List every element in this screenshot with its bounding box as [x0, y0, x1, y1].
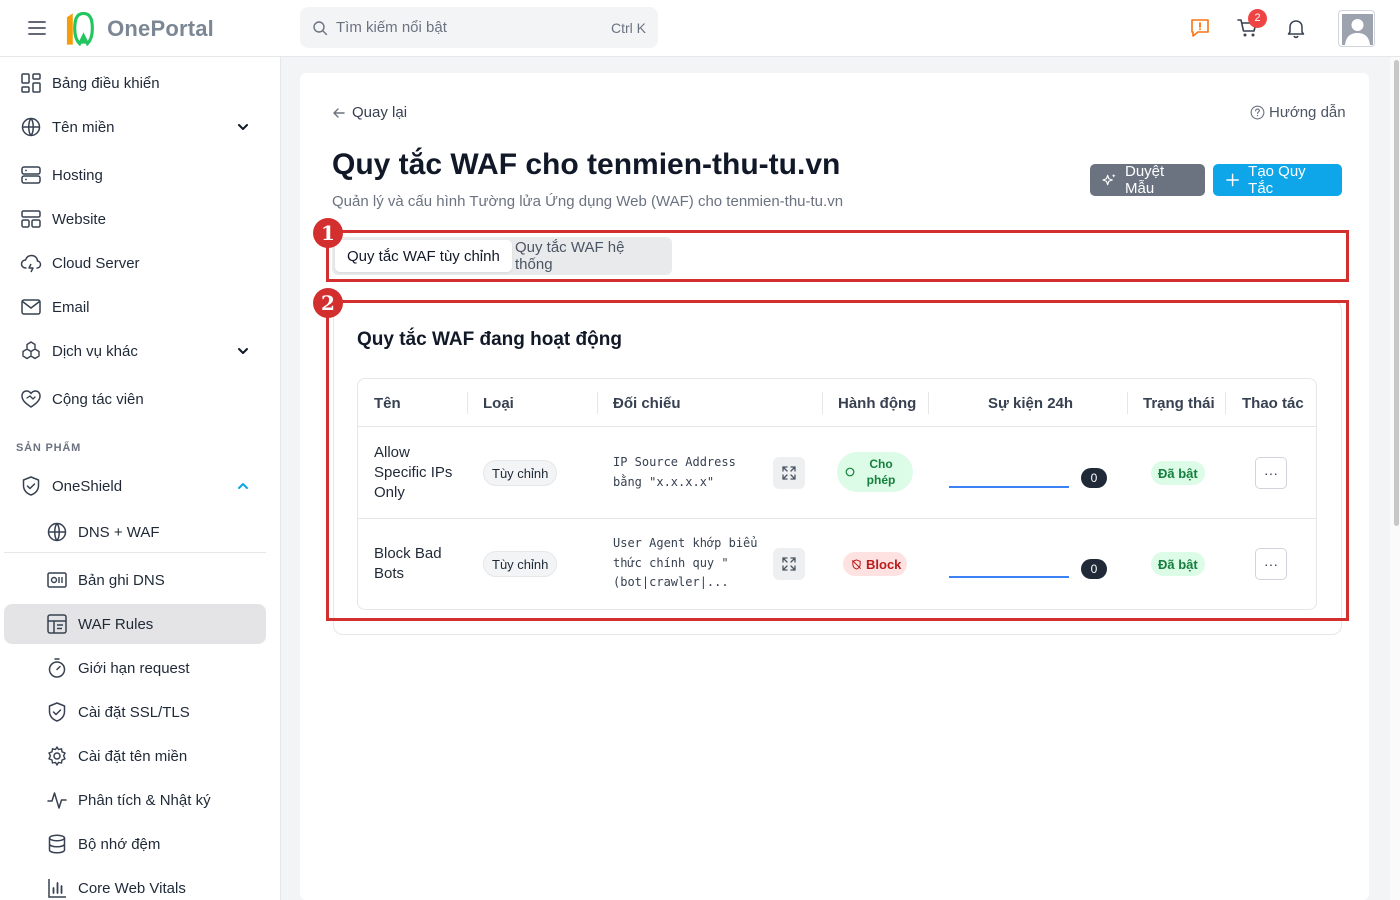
arrow-left-icon — [333, 107, 345, 118]
sidebar-divider — [4, 552, 266, 553]
sidebar-item-cloud-server[interactable]: Cloud Server — [4, 243, 266, 283]
dashboard-icon — [21, 73, 41, 93]
sidebar-item-label: WAF Rules — [78, 615, 154, 633]
timer-icon — [48, 658, 66, 678]
sidebar-item-cache[interactable]: Bộ nhớ đệm — [4, 824, 266, 864]
sidebar-item-label: Giới hạn request — [78, 659, 190, 677]
activity-icon — [47, 792, 67, 809]
shield-check-icon — [48, 702, 66, 722]
sidebar-item-dns-records[interactable]: Bản ghi DNS — [4, 560, 266, 600]
sidebar-item-label: Email — [52, 298, 90, 316]
sidebar-item-label: Bản ghi DNS — [78, 571, 165, 589]
database-icon — [48, 834, 66, 854]
create-rule-button[interactable]: Tạo Quy Tắc — [1213, 163, 1342, 197]
sidebar-item-label: OneShield — [52, 477, 123, 495]
bell-icon[interactable] — [1284, 16, 1308, 40]
dns-record-icon — [47, 572, 67, 588]
page-subtitle: Quản lý và cấu hình Tường lửa Ứng dụng W… — [332, 193, 844, 210]
browse-templates-label: Duyệt Mẫu — [1125, 163, 1165, 197]
sidebar-item-core-web-vitals[interactable]: Core Web Vitals — [4, 868, 266, 900]
help-circle-icon — [1250, 105, 1265, 120]
annotation-number-1: 1 — [313, 218, 343, 248]
search-input[interactable]: Tìm kiếm nổi bật Ctrl K — [300, 7, 658, 48]
help-link[interactable]: Hướng dẫn — [1250, 104, 1346, 121]
annotation-number-2: 2 — [313, 288, 343, 318]
sidebar-item-label: Website — [52, 210, 106, 228]
cloud-icon — [20, 254, 42, 273]
sidebar-item-website[interactable]: Website — [4, 199, 266, 239]
shield-icon — [22, 476, 40, 496]
sidebar-item-ssl-tls[interactable]: Cài đặt SSL/TLS — [4, 692, 266, 732]
user-avatar-icon — [1342, 14, 1373, 45]
cart-count-badge: 2 — [1248, 9, 1267, 28]
handshake-heart-icon — [21, 390, 41, 408]
sidebar-item-domains[interactable]: Tên miền — [4, 107, 266, 147]
sidebar-item-label: Bộ nhớ đệm — [78, 835, 161, 853]
logo[interactable]: OnePortal — [64, 10, 214, 48]
sidebar-item-analytics-logs[interactable]: Phân tích & Nhật ký — [4, 780, 266, 820]
sparkles-icon — [1102, 173, 1116, 186]
bar-chart-icon — [48, 879, 66, 898]
sidebar-item-label: Tên miền — [52, 118, 115, 136]
sidebar-item-label: Cloud Server — [52, 254, 140, 272]
section-label-products: SẢN PHẨM — [16, 442, 82, 454]
search-shortcut: Ctrl K — [611, 19, 646, 36]
search-placeholder: Tìm kiếm nổi bật — [336, 19, 447, 36]
sidebar-item-other-services[interactable]: Dịch vụ khác — [4, 331, 266, 371]
globe-icon — [47, 522, 67, 542]
logo-text: OnePortal — [107, 16, 214, 41]
help-label: Hướng dẫn — [1269, 104, 1346, 121]
create-rule-label: Tạo Quy Tắc — [1248, 163, 1306, 197]
gear-icon — [48, 746, 66, 766]
sidebar-item-label: Bảng điều khiển — [52, 74, 160, 92]
avatar[interactable] — [1338, 10, 1375, 47]
back-label: Quay lại — [352, 104, 408, 121]
sidebar-item-dashboard[interactable]: Bảng điều khiển — [4, 63, 266, 103]
sidebar-item-email[interactable]: Email — [4, 287, 266, 327]
boxes-icon — [22, 341, 40, 360]
sidebar-item-affiliates[interactable]: Cộng tác viên — [4, 379, 266, 419]
oneportal-logo-icon — [66, 11, 94, 47]
sidebar-item-label: DNS + WAF — [78, 523, 160, 541]
chevron-down-icon — [238, 124, 248, 130]
chevron-down-icon — [238, 348, 248, 354]
globe-icon — [21, 117, 41, 137]
back-link[interactable]: Quay lại — [332, 104, 407, 121]
sidebar-item-rate-limit[interactable]: Giới hạn request — [4, 648, 266, 688]
sidebar-item-oneshield[interactable]: OneShield — [4, 466, 266, 506]
server-icon — [21, 166, 41, 184]
sidebar-item-waf-rules[interactable]: WAF Rules — [4, 604, 266, 644]
sidebar-item-label: Dịch vụ khác — [52, 342, 138, 360]
layout-icon — [21, 210, 41, 228]
annotation-box-1 — [326, 230, 1349, 282]
top-header: OnePortal Tìm kiếm nổi bật Ctrl K 2 — [0, 0, 1400, 57]
sidebar-item-hosting[interactable]: Hosting — [4, 155, 266, 195]
sidebar-item-dns-waf[interactable]: DNS + WAF — [4, 512, 266, 552]
sidebar-item-label: Core Web Vitals — [78, 879, 186, 897]
sidebar-item-label: Cộng tác viên — [52, 390, 144, 408]
annotation-box-2 — [326, 300, 1349, 621]
sidebar-item-label: Hosting — [52, 166, 103, 184]
browse-templates-button[interactable]: Duyệt Mẫu — [1090, 163, 1205, 197]
sidebar-item-label: Cài đặt SSL/TLS — [78, 703, 190, 721]
plus-icon — [1226, 173, 1239, 187]
sidebar-item-label: Phân tích & Nhật ký — [78, 791, 211, 809]
sidebar-item-domain-settings[interactable]: Cài đặt tên miền — [4, 736, 266, 776]
sidebar: Bảng điều khiển Tên miền Hosting Website… — [0, 57, 281, 900]
search-icon — [313, 20, 328, 35]
feedback-icon[interactable] — [1188, 16, 1212, 40]
page-title: Quy tắc WAF cho tenmien-thu-tu.vn — [332, 148, 841, 181]
mail-icon — [21, 299, 41, 315]
scrollbar-thumb[interactable] — [1394, 60, 1399, 526]
menu-icon[interactable] — [27, 18, 47, 38]
waf-rules-icon — [47, 614, 67, 634]
chevron-up-icon — [238, 483, 248, 489]
sidebar-item-label: Cài đặt tên miền — [78, 747, 188, 765]
